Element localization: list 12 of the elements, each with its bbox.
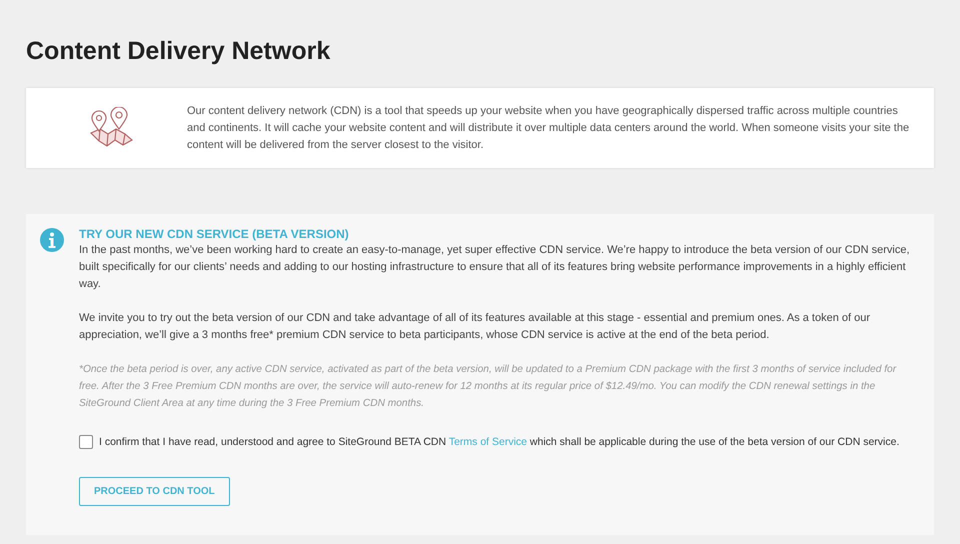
footnote-text: *Once the beta period is over, any active CDN service, activated as part of the beta version, will be updated to a Premium CDN package with the first 3 months of service included for free. After the 3 Free Premium CDN months are over, the service will auto-renew for 12 months at its regular price of $12.49/mo. You can modify the CDN renewal settings in the SiteGround Client Area at any time during the 3 Free Premium CDN months. bbox=[79, 363, 898, 411]
paragraph: We invite you to try out the beta version of our CDN and take advantage of all of its features available at this stage - essential and premium ones. As a token of our appreciation, we’ll give a 3 months free* premium CDN service to beta participants, whose CDN service is active at the end of the beta period. bbox=[79, 311, 872, 343]
page-title: Content Delivery Network bbox=[26, 36, 332, 67]
beta-heading: TRY OUR NEW CDN SERVICE (BETA VERSION) bbox=[79, 226, 350, 242]
paragraph: In the past months, we’ve been working hard to create an easy-to-manage, yet super effective CDN service. We’re happy to introduce the beta version of our CDN service, built specifically for our clients’ needs and adding to our hosting infrastructure to ensure that all of its features bring website performance improvements in a highly efficient way. bbox=[79, 243, 910, 292]
confirm-text: I confirm that I have read, understood and agree to SiteGround BETA CDN Terms of Service which shall be applicable during the use of the beta version of our CDN service. bbox=[99, 436, 900, 448]
map-pins-icon bbox=[88, 107, 134, 149]
intro-text: Our content delivery network (CDN) is a tool that speeds up your website when you have geographically dispersed traffic across multiple countries and continents. It will cache your website content and will distribute it over multiple data centers around the world. When someone visits your site the content will be delivered from the server closest to the visitor. bbox=[187, 104, 910, 152]
terms-link[interactable]: Terms of Service bbox=[448, 436, 527, 448]
info-icon bbox=[40, 228, 64, 252]
checkbox[interactable] bbox=[79, 435, 93, 449]
proceed-button[interactable]: PROCEED TO CDN TOOL bbox=[79, 477, 230, 506]
